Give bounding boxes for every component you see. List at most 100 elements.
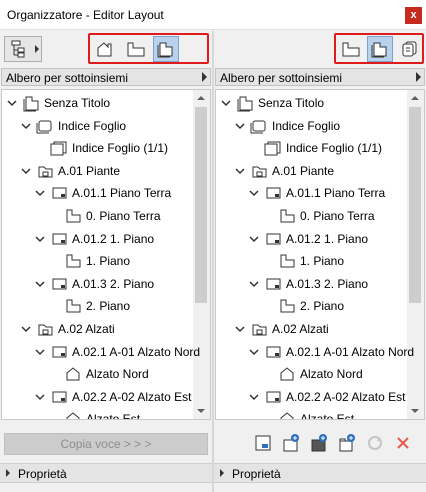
tree-row[interactable]: 0. Piano Terra — [262, 205, 375, 227]
tree-row-label: A.02.2 A-02 Alzato Est — [286, 389, 406, 404]
new-subset-button[interactable] — [278, 430, 304, 456]
tree-row[interactable]: A.02 Alzati — [234, 318, 329, 340]
tree-row[interactable]: A.02.1 A-01 Alzato Nord — [34, 341, 200, 363]
tree-mode-dropdown[interactable]: Albero per sottoinsiemi — [1, 68, 211, 86]
view-icon — [278, 298, 296, 314]
tree-row[interactable]: A.01 Piante — [234, 160, 334, 182]
chevron-down-icon[interactable] — [6, 97, 18, 109]
tree-row-label: Indice Foglio (1/1) — [286, 141, 383, 156]
refresh-icon — [368, 436, 382, 450]
tree-row[interactable]: A.01 Piante — [20, 160, 120, 182]
chevron-down-icon[interactable] — [248, 187, 260, 199]
layout-icon — [264, 231, 282, 247]
layout-book-button[interactable] — [153, 36, 179, 62]
tree-row[interactable]: A.01.3 2. Piano — [34, 273, 154, 295]
tree-mode-dropdown[interactable]: Albero per sottoinsiemi — [215, 68, 425, 86]
chevron-down-icon[interactable] — [234, 165, 246, 177]
tree-row[interactable]: Alzato Est — [48, 408, 140, 419]
subset-folder-icon — [36, 321, 54, 337]
navigator-menu-button[interactable] — [4, 36, 42, 62]
tree-row[interactable]: A.01.2 1. Piano — [34, 228, 154, 250]
tree-row[interactable]: A.01.1 Piano Terra — [248, 182, 385, 204]
chevron-down-icon[interactable] — [34, 233, 46, 245]
tree-row[interactable]: 2. Piano — [262, 295, 344, 317]
tree-row[interactable]: 1. Piano — [48, 250, 130, 272]
scroll-up-icon[interactable] — [411, 96, 419, 100]
tree-row[interactable]: Indice Foglio (1/1) — [248, 137, 382, 159]
tree-row[interactable]: A.02 Alzati — [20, 318, 115, 340]
refresh-button[interactable] — [362, 430, 388, 456]
elevation-icon — [278, 366, 296, 382]
chevron-down-icon[interactable] — [248, 278, 260, 290]
chevron-down-icon[interactable] — [234, 323, 246, 335]
chevron-down-icon[interactable] — [34, 278, 46, 290]
properties-panel-header[interactable]: Proprietà — [214, 463, 426, 483]
title-bar: Organizzatore - Editor Layout x — [0, 0, 426, 30]
left-tree[interactable]: Senza Titolo Indice Foglio Indice Foglio (… — [1, 89, 211, 420]
chevron-down-icon[interactable] — [20, 120, 32, 132]
scroll-thumb[interactable] — [195, 107, 207, 303]
chevron-down-icon[interactable] — [20, 323, 32, 335]
new-layout-button[interactable] — [250, 430, 276, 456]
tree-row[interactable]: Alzato Nord — [48, 363, 149, 385]
tree-row-label: Senza Titolo — [44, 96, 111, 110]
tree-row[interactable]: 2. Piano — [48, 295, 130, 317]
tree-row[interactable]: Senza Titolo — [6, 92, 110, 114]
tree-row[interactable]: A.02.2 A-02 Alzato Est — [248, 386, 405, 408]
vertical-scrollbar[interactable] — [193, 90, 210, 419]
tree-row[interactable]: 0. Piano Terra — [48, 205, 161, 227]
layout-icon — [50, 185, 68, 201]
layout-icon — [50, 389, 68, 405]
tree-row[interactable]: A.01.3 2. Piano — [248, 273, 368, 295]
layout-book-button[interactable] — [367, 36, 393, 62]
copy-item-button[interactable]: Copia voce > > > — [4, 433, 208, 455]
new-folder-button[interactable] — [334, 430, 360, 456]
tree-row[interactable]: A.01.2 1. Piano — [248, 228, 368, 250]
tree-row[interactable]: Senza Titolo — [220, 92, 324, 114]
chevron-down-icon[interactable] — [248, 233, 260, 245]
chevron-down-icon[interactable] — [34, 187, 46, 199]
tree-row[interactable]: Alzato Nord — [262, 363, 363, 385]
chevron-down-icon[interactable] — [34, 391, 46, 403]
new-master-button[interactable] — [306, 430, 332, 456]
tree-row-label: 2. Piano — [300, 299, 345, 314]
chevron-down-icon[interactable] — [248, 391, 260, 403]
properties-panel-header[interactable]: Proprietà — [0, 463, 212, 483]
chevron-down-icon[interactable] — [34, 346, 46, 358]
scroll-down-icon[interactable] — [411, 409, 419, 413]
tree-row[interactable]: Indice Foglio (1/1) — [34, 137, 168, 159]
right-tree[interactable]: Senza Titolo Indice Foglio Indice Foglio (… — [215, 89, 425, 420]
delete-button[interactable] — [390, 430, 416, 456]
scroll-thumb[interactable] — [409, 107, 421, 303]
elevation-icon — [64, 366, 82, 382]
tree-row-label: A.01.1 Piano Terra — [72, 186, 172, 201]
tree-row[interactable]: A.02.1 A-01 Alzato Nord — [248, 341, 414, 363]
chevron-right-icon — [220, 469, 224, 477]
publisher-button[interactable] — [396, 36, 422, 62]
chevron-right-icon — [202, 72, 207, 82]
chevron-down-icon[interactable] — [234, 120, 246, 132]
view-map-button[interactable] — [123, 36, 149, 62]
view-map-button[interactable] — [338, 36, 364, 62]
new-layout-icon — [255, 435, 271, 451]
scroll-up-icon[interactable] — [197, 96, 205, 100]
tree-row[interactable]: A.02.2 A-02 Alzato Est — [34, 386, 191, 408]
tree-row[interactable]: Indice Foglio — [20, 115, 126, 137]
tree-row[interactable]: Alzato Est — [262, 408, 354, 419]
chevron-down-icon[interactable] — [20, 165, 32, 177]
project-map-button[interactable] — [93, 36, 119, 62]
tree-row[interactable]: A.01.1 Piano Terra — [34, 182, 171, 204]
tree-row[interactable]: Indice Foglio — [234, 115, 340, 137]
vertical-scrollbar[interactable] — [407, 90, 424, 419]
index-sheet-icon — [250, 118, 268, 134]
scroll-down-icon[interactable] — [197, 409, 205, 413]
chevron-down-icon[interactable] — [220, 97, 232, 109]
tree-row-label: A.02 Alzati — [58, 322, 115, 336]
chevron-down-icon[interactable] — [248, 346, 260, 358]
close-button[interactable]: x — [405, 7, 422, 24]
tree-row[interactable]: 1. Piano — [262, 250, 344, 272]
tree-row-label: A.01 Piante — [272, 163, 335, 178]
tree-row-label: A.01.1 Piano Terra — [286, 186, 386, 201]
